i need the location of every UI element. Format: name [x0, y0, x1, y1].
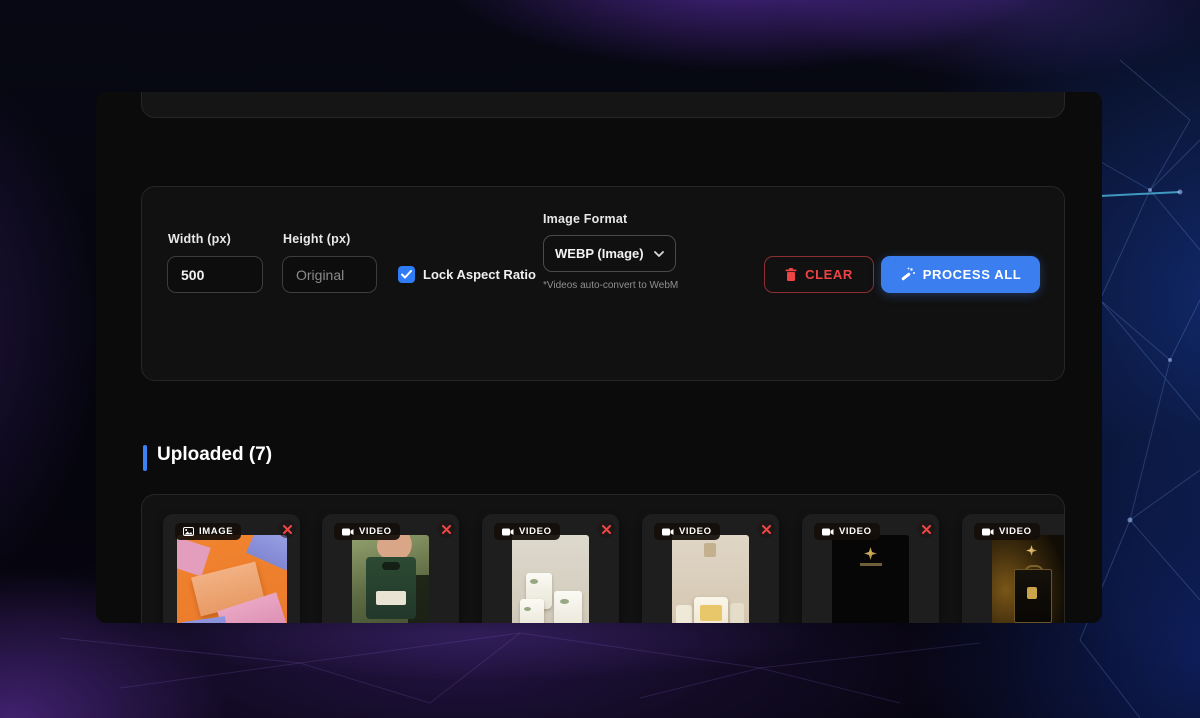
- thumbnail-video[interactable]: [992, 535, 1065, 623]
- app-main-panel: Width (px) Height (px) Lock Aspect Ratio…: [96, 92, 1102, 623]
- close-icon: [922, 525, 931, 534]
- thumbnail-video[interactable]: [352, 535, 429, 623]
- lock-aspect-ratio-checkbox[interactable]: [398, 266, 415, 283]
- thumbnail-video[interactable]: [672, 535, 749, 623]
- thumbnail-image[interactable]: [177, 535, 287, 623]
- chevron-down-icon: [654, 251, 664, 257]
- type-badge: VIDEO: [494, 523, 560, 540]
- upload-card: VIDEO: [642, 514, 779, 623]
- upload-card: VIDEO: [322, 514, 459, 623]
- trash-icon: [785, 268, 797, 282]
- close-icon: [442, 525, 451, 534]
- lock-aspect-ratio-label[interactable]: Lock Aspect Ratio: [423, 267, 536, 282]
- width-input[interactable]: [167, 256, 263, 293]
- remove-file-button[interactable]: [437, 520, 455, 538]
- magic-wand-icon: [900, 267, 915, 282]
- clear-button[interactable]: CLEAR: [764, 256, 874, 293]
- height-label: Height (px): [283, 232, 350, 246]
- remove-file-button[interactable]: [917, 520, 935, 538]
- uploaded-grid-panel: IMAGE VIDEO: [141, 494, 1065, 623]
- process-all-button[interactable]: PROCESS ALL: [881, 256, 1040, 293]
- upload-card: VIDEO: [802, 514, 939, 623]
- close-icon: [283, 525, 292, 534]
- image-format-selected-value: WEBP (Image): [555, 246, 644, 261]
- clear-button-label: CLEAR: [805, 267, 853, 282]
- image-format-label: Image Format: [543, 212, 627, 226]
- type-badge: VIDEO: [974, 523, 1040, 540]
- video-icon: [982, 528, 994, 536]
- remove-file-button[interactable]: [757, 520, 775, 538]
- upload-card: VIDEO: [962, 514, 1065, 623]
- upload-dropzone-partial: [141, 92, 1065, 118]
- process-all-button-label: PROCESS ALL: [923, 267, 1022, 282]
- video-icon: [822, 528, 834, 536]
- close-icon: [602, 525, 611, 534]
- video-icon: [662, 528, 674, 536]
- type-badge: VIDEO: [814, 523, 880, 540]
- remove-file-button[interactable]: [597, 520, 615, 538]
- video-icon: [342, 528, 354, 536]
- width-label: Width (px): [168, 232, 231, 246]
- uploaded-section-title: Uploaded (7): [157, 444, 272, 466]
- height-input[interactable]: [282, 256, 377, 293]
- section-accent-bar: [143, 445, 147, 471]
- type-badge: VIDEO: [654, 523, 720, 540]
- check-icon: [401, 270, 412, 279]
- plexus-mesh-bottom: [0, 608, 1000, 718]
- settings-panel: Width (px) Height (px) Lock Aspect Ratio…: [141, 186, 1065, 381]
- thumbnail-video[interactable]: [512, 535, 589, 623]
- thumbnail-video[interactable]: [832, 535, 909, 623]
- type-badge: IMAGE: [175, 523, 241, 540]
- upload-card: IMAGE: [163, 514, 300, 623]
- close-icon: [762, 525, 771, 534]
- remove-file-button[interactable]: [278, 520, 296, 538]
- image-format-select[interactable]: WEBP (Image): [543, 235, 676, 272]
- image-icon: [183, 527, 194, 536]
- type-badge: VIDEO: [334, 523, 400, 540]
- upload-card: VIDEO: [482, 514, 619, 623]
- video-icon: [502, 528, 514, 536]
- format-note: *Videos auto-convert to WebM: [543, 280, 678, 291]
